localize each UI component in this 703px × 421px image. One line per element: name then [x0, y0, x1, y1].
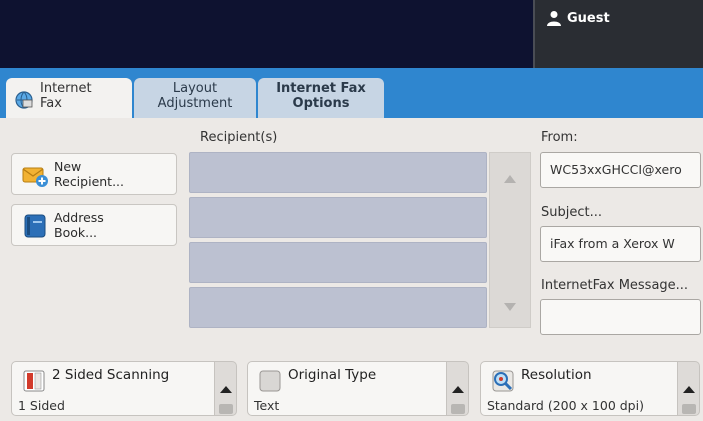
tab-internet-fax-options-line2: Options	[292, 96, 350, 111]
original-type-up-button[interactable]	[447, 361, 469, 416]
tab-internet-fax-options[interactable]: Internet Fax Options	[258, 78, 384, 118]
two-sided-scanning-up-button[interactable]	[215, 361, 237, 416]
scroll-nub	[451, 404, 465, 414]
recipient-row[interactable]	[189, 242, 487, 283]
internet-fax-icon	[15, 91, 33, 109]
address-book-icon	[24, 214, 46, 238]
new-recipient-icon	[22, 167, 48, 187]
new-recipient-line1: New	[54, 159, 82, 174]
address-book-line1: Address	[54, 210, 104, 225]
recipient-row[interactable]	[189, 152, 487, 193]
recipient-scrollbar[interactable]	[489, 152, 531, 328]
subject-field[interactable]: iFax from a Xerox W	[540, 226, 701, 262]
scroll-up-icon[interactable]	[504, 175, 516, 183]
tab-layout-adjustment[interactable]: Layout Adjustment	[134, 78, 256, 118]
two-sided-scanning-label: 2 Sided Scanning	[52, 367, 170, 383]
original-type-label: Original Type	[288, 367, 377, 383]
resolution-value: Standard (200 x 100 dpi)	[487, 398, 644, 413]
scroll-nub	[682, 404, 696, 414]
resolution-icon	[492, 370, 514, 392]
from-label: From:	[541, 130, 578, 145]
new-recipient-line2: Recipient...	[54, 174, 125, 189]
scroll-down-icon[interactable]	[504, 303, 516, 311]
original-type-button[interactable]: Original Type Text	[247, 361, 447, 416]
recipient-list[interactable]	[189, 152, 487, 328]
tab-internet-fax-options-line1: Internet Fax	[276, 81, 366, 96]
message-field[interactable]	[540, 299, 701, 335]
up-arrow-icon	[220, 386, 232, 393]
recipients-heading: Recipient(s)	[200, 130, 278, 145]
tab-internet-fax[interactable]: Internet Fax	[6, 78, 132, 118]
address-book-button[interactable]: Address Book...	[11, 204, 177, 246]
tab-layout-adjustment-line2: Adjustment	[157, 96, 233, 111]
subject-button[interactable]: Subject...	[541, 205, 602, 220]
up-arrow-icon	[683, 386, 695, 393]
original-type-value: Text	[254, 398, 280, 413]
two-sided-scanning-button[interactable]: 2 Sided Scanning 1 Sided	[11, 361, 215, 416]
up-arrow-icon	[452, 386, 464, 393]
from-field[interactable]: WC53xxGHCCI@xero	[540, 152, 701, 188]
recipient-row[interactable]	[189, 197, 487, 238]
user-icon	[547, 11, 561, 26]
two-sided-scanning-icon	[23, 370, 45, 392]
guest-login-button[interactable]: Guest	[533, 0, 703, 68]
recipient-row[interactable]	[189, 287, 487, 328]
tab-layout-adjustment-line1: Layout	[172, 81, 218, 96]
resolution-button[interactable]: Resolution Standard (200 x 100 dpi)	[480, 361, 678, 416]
tab-internet-fax-line2: Fax	[40, 96, 62, 111]
resolution-up-button[interactable]	[678, 361, 700, 416]
new-recipient-button[interactable]: New Recipient...	[11, 153, 177, 195]
tab-internet-fax-line1: Internet	[40, 81, 92, 96]
resolution-label: Resolution	[521, 367, 592, 383]
original-type-icon	[259, 370, 281, 392]
address-book-line2: Book...	[54, 225, 98, 240]
guest-label: Guest	[567, 11, 610, 26]
scroll-nub	[219, 404, 233, 414]
two-sided-scanning-value: 1 Sided	[18, 398, 65, 413]
internetfax-message-button[interactable]: InternetFax Message...	[541, 278, 688, 293]
